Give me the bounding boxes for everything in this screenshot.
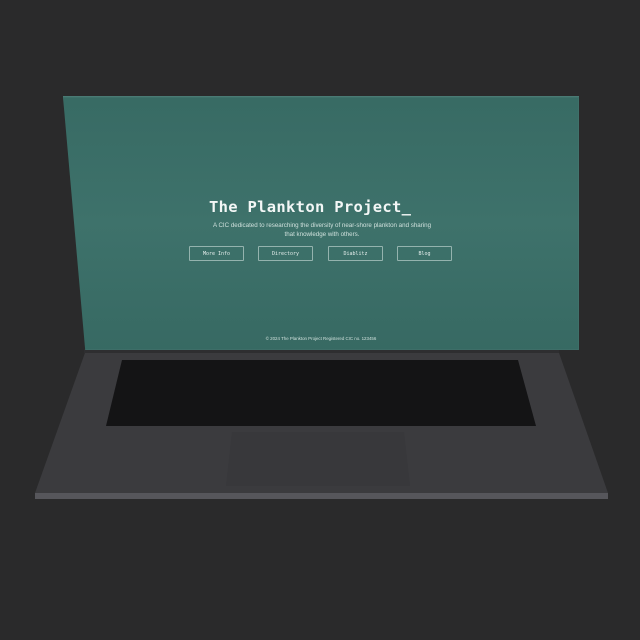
- laptop-front-edge: [35, 493, 608, 499]
- site-footer: © 2024 The Plankton Project Registered C…: [265, 336, 377, 341]
- laptop-mockup: The Plankton Project_ A CIC dedicated to…: [0, 0, 640, 640]
- nav-button-diablitz[interactable]: Diablitz: [328, 246, 383, 261]
- keyboard-area: [106, 360, 536, 426]
- site-nav: More Info Directory Diablitz Blog: [189, 246, 453, 263]
- site-tagline: A CIC dedicated to researching the diver…: [212, 222, 432, 238]
- laptop-screen: The Plankton Project_ A CIC dedicated to…: [63, 97, 579, 350]
- nav-button-directory[interactable]: Directory: [258, 246, 313, 261]
- trackpad: [226, 432, 410, 486]
- nav-button-blog[interactable]: Blog: [397, 246, 452, 261]
- site-title: The Plankton Project_: [209, 198, 412, 216]
- nav-button-more-info[interactable]: More Info: [189, 246, 244, 261]
